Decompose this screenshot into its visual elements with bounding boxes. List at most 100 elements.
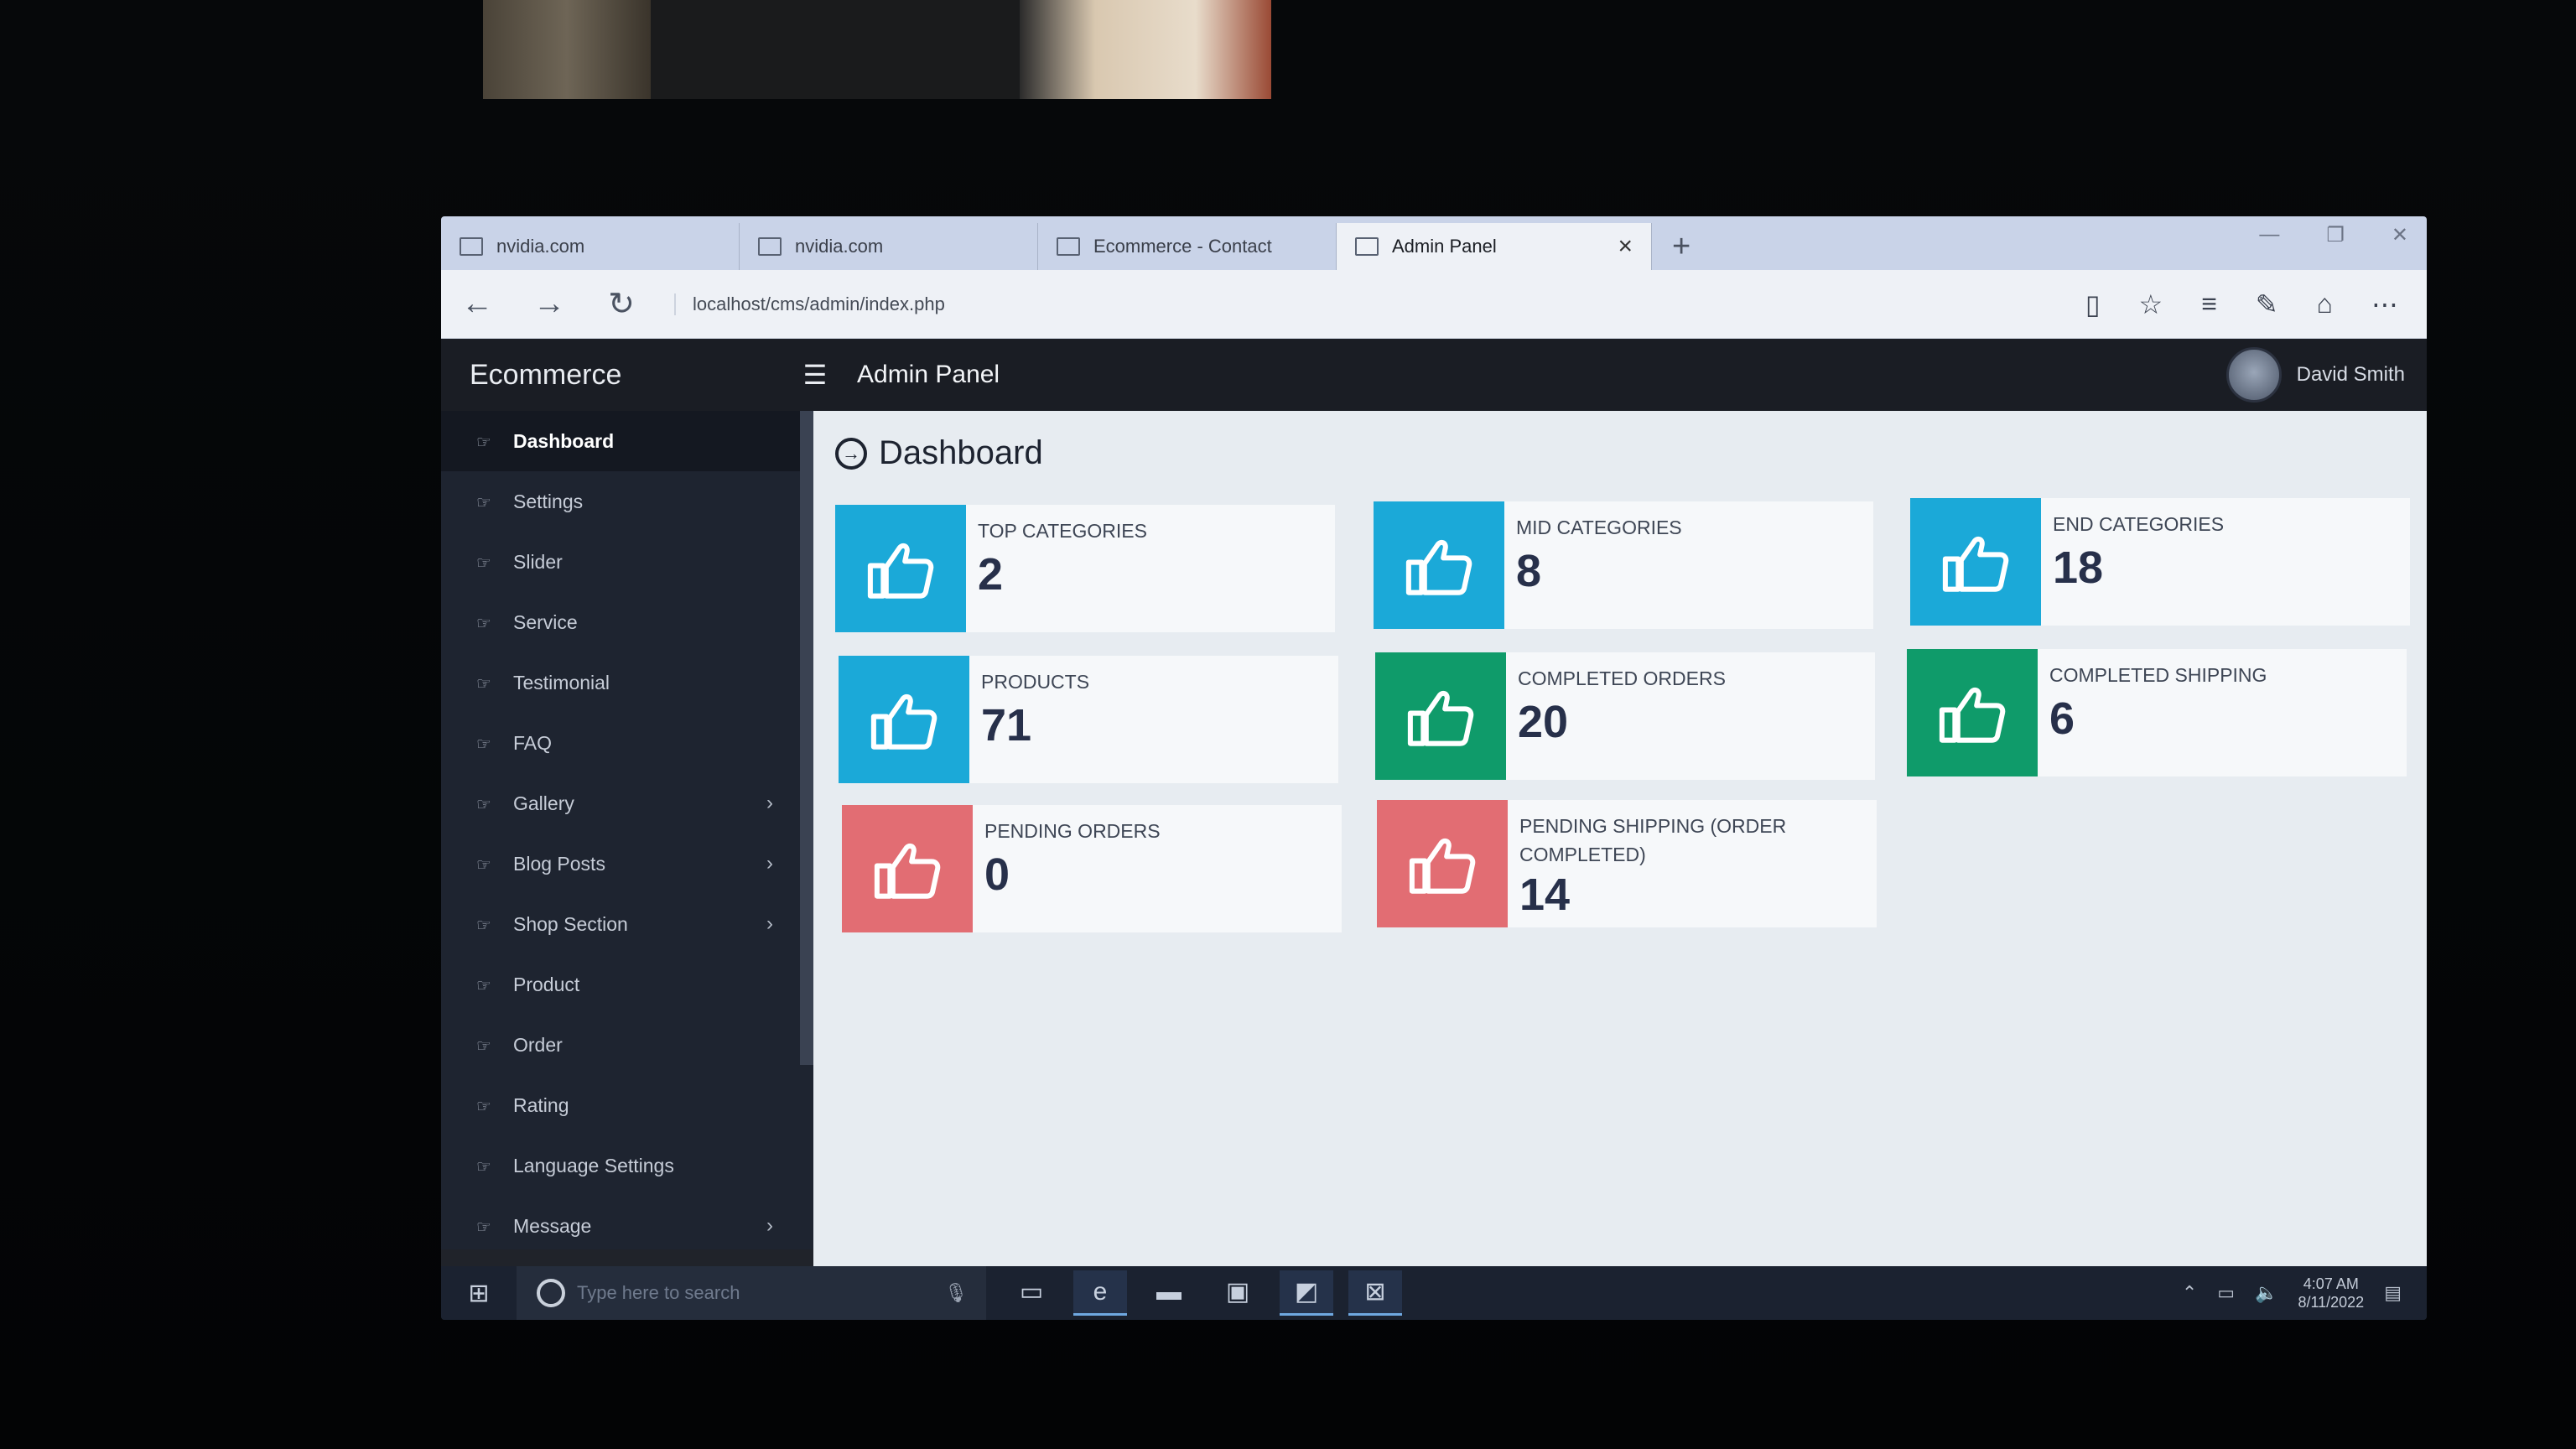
card-icon-box	[842, 805, 973, 932]
sidebar-item-label: Slider	[513, 550, 563, 573]
restore-icon[interactable]: ❐	[2326, 223, 2345, 247]
hub-icon[interactable]: ≡	[2201, 288, 2217, 320]
tab-page-icon	[460, 237, 483, 256]
sidebar-item-settings[interactable]: ☞ Settings	[441, 471, 813, 532]
wall-poster-right	[1020, 0, 1271, 99]
hand-point-icon: ☞	[476, 735, 491, 754]
stat-card-end-categories[interactable]: END CATEGORIES 18	[1910, 498, 2410, 626]
show-hidden-icons-icon[interactable]: ⌃	[2182, 1282, 2197, 1304]
sidebar-item-label: Shop Section	[513, 912, 628, 935]
card-label: TOP CATEGORIES	[978, 520, 1147, 542]
web-note-icon[interactable]: ✎	[2256, 288, 2278, 320]
browser-tab[interactable]: nvidia.com	[740, 223, 1038, 270]
chevron-right-icon: ›	[766, 792, 773, 814]
taskbar-clock[interactable]: 4:07 AM 8/11/2022	[2298, 1275, 2364, 1311]
stat-card-mid-categories[interactable]: MID CATEGORIES 8	[1374, 501, 1873, 629]
stat-card-pending-shipping[interactable]: PENDING SHIPPING (ORDER COMPLETED) 14	[1377, 800, 1877, 927]
sidebar-item-shop-section[interactable]: ☞ Shop Section ›	[441, 894, 813, 954]
sidebar-item-dashboard[interactable]: ☞ Dashboard	[441, 411, 813, 471]
address-bar[interactable]: localhost/cms/admin/index.php	[674, 293, 2085, 315]
volume-icon[interactable]: 🔈	[2255, 1282, 2277, 1304]
close-tab-icon[interactable]: ×	[1618, 232, 1633, 261]
thumbs-up-icon	[1942, 536, 2009, 592]
user-menu[interactable]: David Smith	[2225, 347, 2427, 402]
store-icon[interactable]: ▣	[1211, 1270, 1265, 1316]
microphone-icon[interactable]: 🎙	[944, 1282, 986, 1304]
browser-actions: ▯ ☆ ≡ ✎ ⌂ ⋯	[2085, 288, 2427, 320]
sidebar-item-message[interactable]: ☞ Message ›	[441, 1196, 813, 1256]
thumbs-up-icon	[867, 543, 934, 599]
taskbar-search-box[interactable]: Type here to search 🎙	[517, 1266, 986, 1320]
stat-card-products[interactable]: PRODUCTS 71	[839, 656, 1338, 783]
browser-toolbar: ← → ↻ localhost/cms/admin/index.php ▯ ☆ …	[441, 270, 2427, 339]
card-body: PRODUCTS 71	[969, 656, 1089, 783]
refresh-icon[interactable]: ↻	[585, 285, 657, 323]
file-explorer-icon[interactable]: ▬	[1142, 1270, 1196, 1316]
sidebar-item-slider[interactable]: ☞ Slider	[441, 532, 813, 592]
browser-tab[interactable]: Ecommerce - Contact	[1038, 223, 1337, 270]
card-value: 6	[2049, 693, 2075, 744]
forward-icon[interactable]: →	[513, 286, 585, 322]
sidebar-item-testimonial[interactable]: ☞ Testimonial	[441, 652, 813, 713]
sidebar-item-blog-posts[interactable]: ☞ Blog Posts ›	[441, 834, 813, 894]
sidebar-item-product[interactable]: ☞ Product	[441, 954, 813, 1015]
sidebar-item-order[interactable]: ☞ Order	[441, 1015, 813, 1075]
sidebar-scrollbar[interactable]	[800, 411, 813, 1065]
card-value: 8	[1516, 546, 1542, 596]
card-label: PRODUCTS	[981, 671, 1090, 693]
battery-icon[interactable]: ▭	[2217, 1282, 2235, 1304]
xampp-icon[interactable]: ⊠	[1348, 1270, 1402, 1316]
reading-view-icon[interactable]: ▯	[2085, 288, 2101, 320]
main-content: → Dashboard TOP CATEGORIES 2 MID CATEGOR…	[813, 411, 2427, 1266]
hand-point-icon: ☞	[476, 1037, 491, 1056]
browser-tab-active[interactable]: Admin Panel ×	[1337, 223, 1652, 270]
thumbs-up-icon	[870, 693, 937, 750]
browser-tab[interactable]: nvidia.com	[441, 223, 740, 270]
favorite-star-icon[interactable]: ☆	[2139, 288, 2163, 320]
more-icon[interactable]: ⋯	[2371, 288, 2398, 320]
sidebar-item-rating[interactable]: ☞ Rating	[441, 1075, 813, 1135]
window-controls: — ❐ ✕	[2259, 223, 2408, 247]
hand-point-icon: ☞	[476, 977, 491, 995]
sidebar-item-faq[interactable]: ☞ FAQ	[441, 713, 813, 773]
task-view-icon[interactable]: ▭	[1005, 1270, 1058, 1316]
minimize-icon[interactable]: —	[2259, 223, 2279, 247]
card-icon-box	[835, 505, 966, 632]
hand-point-icon: ☞	[476, 1218, 491, 1237]
windows-start-icon[interactable]: ⊞	[441, 1279, 517, 1308]
sidebar-item-label: Order	[513, 1033, 563, 1056]
sidebar-item-label: Service	[513, 610, 578, 633]
windows-taskbar: ⊞ Type here to search 🎙 ▭ e ▬ ▣ ◩ ⊠ ⌃ ▭ …	[441, 1266, 2427, 1320]
share-icon[interactable]: ⌂	[2317, 288, 2333, 320]
sidebar-item-label: Gallery	[513, 792, 574, 814]
tab-page-icon	[1057, 237, 1080, 256]
sidebar: ☞ Dashboard ☞ Settings ☞ Slider ☞ Servic…	[441, 411, 813, 1249]
chevron-right-icon: ›	[766, 852, 773, 875]
search-placeholder: Type here to search	[577, 1282, 740, 1303]
menu-toggle-icon[interactable]: ☰	[787, 359, 844, 391]
back-icon[interactable]: ←	[441, 286, 513, 322]
card-value: 2	[978, 549, 1004, 600]
card-icon-box	[1910, 498, 2041, 626]
card-body: PENDING SHIPPING (ORDER COMPLETED) 14	[1508, 800, 1860, 927]
stat-card-pending-orders[interactable]: PENDING ORDERS 0	[842, 805, 1342, 932]
sidebar-item-language-settings[interactable]: ☞ Language Settings	[441, 1135, 813, 1196]
notifications-icon[interactable]: ▤	[2384, 1282, 2402, 1304]
sidebar-item-label: Rating	[513, 1093, 569, 1116]
browser-tab-bar: nvidia.com nvidia.com Ecommerce - Contac…	[441, 216, 2427, 270]
stat-card-completed-orders[interactable]: COMPLETED ORDERS 20	[1375, 652, 1875, 780]
monitor-screen: nvidia.com nvidia.com Ecommerce - Contac…	[441, 216, 2427, 1320]
stat-card-completed-shipping[interactable]: COMPLETED SHIPPING 6	[1907, 649, 2407, 776]
sidebar-item-service[interactable]: ☞ Service	[441, 592, 813, 652]
new-tab-button[interactable]: +	[1652, 223, 1711, 270]
game-app-icon[interactable]: ◩	[1280, 1270, 1333, 1316]
page-title: Dashboard	[879, 434, 1043, 471]
edge-browser-icon[interactable]: e	[1073, 1270, 1127, 1316]
close-window-icon[interactable]: ✕	[2392, 223, 2408, 247]
hand-point-icon: ☞	[476, 917, 491, 935]
brand-logo[interactable]: Ecommerce	[441, 359, 787, 392]
sidebar-item-gallery[interactable]: ☞ Gallery ›	[441, 773, 813, 834]
hand-point-icon: ☞	[476, 675, 491, 693]
stat-card-top-categories[interactable]: TOP CATEGORIES 2	[835, 505, 1335, 632]
hand-point-icon: ☞	[476, 554, 491, 573]
